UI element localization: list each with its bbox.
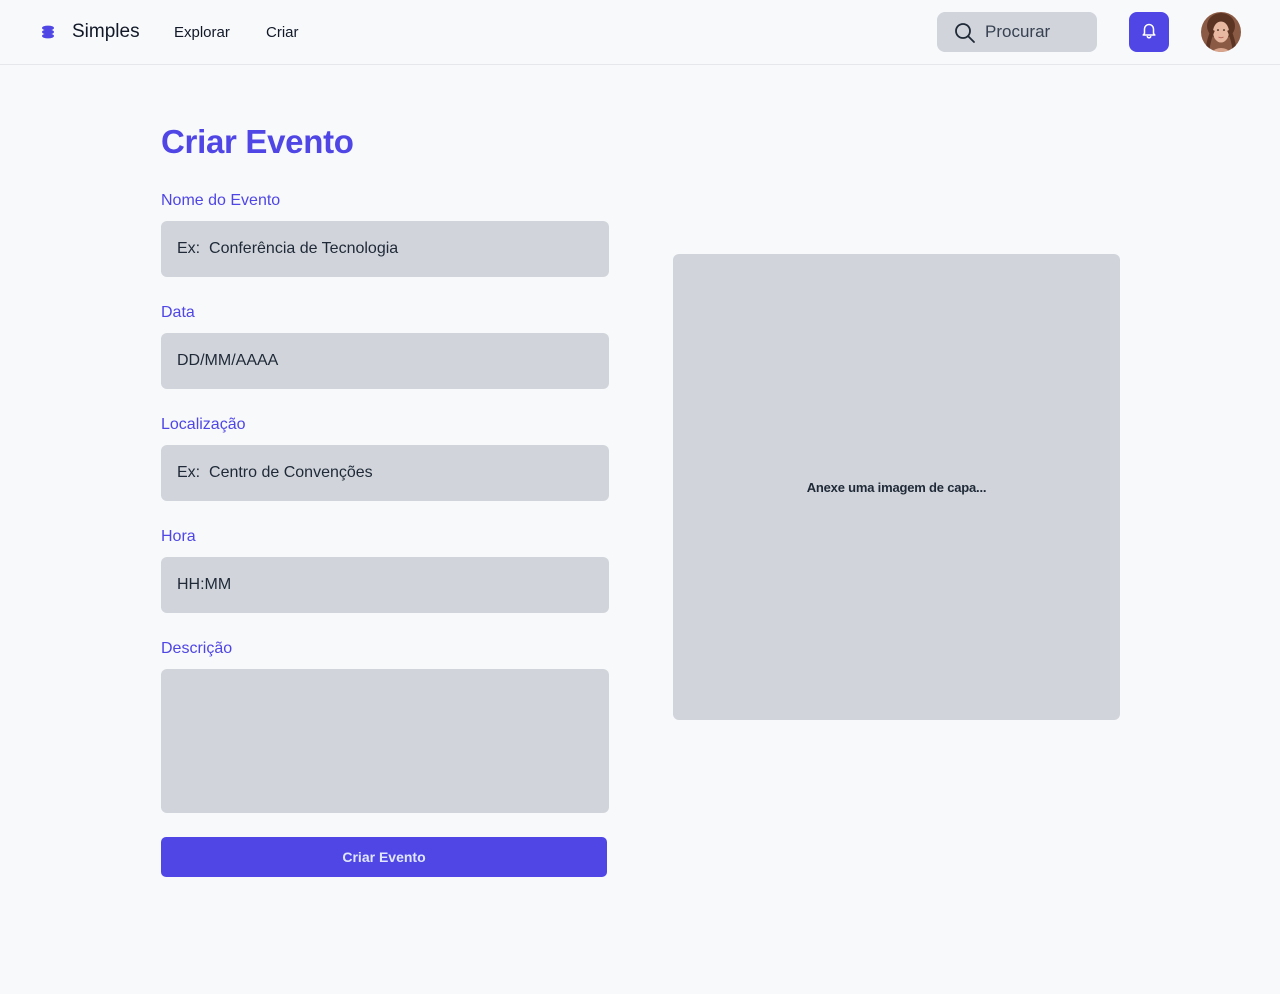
notifications-button[interactable] xyxy=(1129,12,1169,52)
event-name-label: Nome do Evento xyxy=(161,192,281,209)
time-label: Hora xyxy=(161,528,196,545)
cover-image-prompt: Anexe uma imagem de capa... xyxy=(806,479,987,495)
nav-explore-link[interactable]: Explorar xyxy=(174,24,230,41)
nav-create-link[interactable]: Criar xyxy=(266,24,299,41)
search-box[interactable] xyxy=(937,12,1097,52)
location-label: Localização xyxy=(161,416,246,433)
date-label: Data xyxy=(161,304,195,321)
time-input[interactable] xyxy=(161,557,609,613)
search-input[interactable] xyxy=(985,12,1093,52)
search-icon xyxy=(954,22,976,44)
cover-image-dropzone[interactable]: Anexe uma imagem de capa... xyxy=(673,254,1120,720)
page-title: Criar Evento xyxy=(161,123,354,160)
top-bar: Simples Explorar Criar xyxy=(0,0,1280,65)
bell-icon xyxy=(1140,21,1158,44)
description-textarea[interactable] xyxy=(161,669,609,813)
user-avatar[interactable] xyxy=(1201,12,1241,52)
logo-icon[interactable] xyxy=(40,24,56,40)
location-input[interactable] xyxy=(161,445,609,501)
description-label: Descrição xyxy=(161,640,233,657)
brand-name[interactable]: Simples xyxy=(72,21,140,43)
event-name-input[interactable] xyxy=(161,221,609,277)
create-event-button[interactable]: Criar Evento xyxy=(161,837,607,877)
date-input[interactable] xyxy=(161,333,609,389)
